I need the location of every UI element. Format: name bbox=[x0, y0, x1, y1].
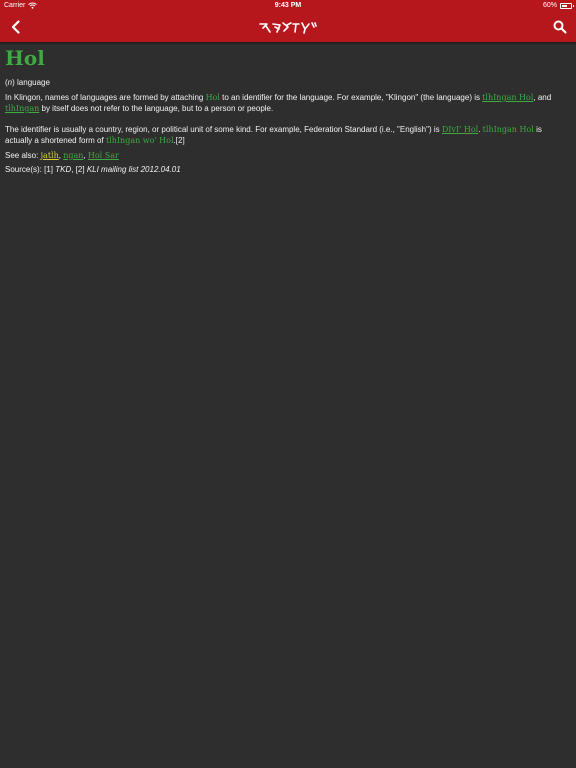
notes-paragraph-1: In Klingon, names of languages are forme… bbox=[5, 92, 571, 114]
see-also-link-ngan[interactable]: ngan bbox=[63, 151, 83, 160]
source-title: TKD bbox=[55, 165, 72, 174]
chevron-left-icon[interactable] bbox=[8, 19, 24, 35]
battery-icon bbox=[560, 2, 574, 9]
text-segment: to an identifier for the language. For e… bbox=[219, 93, 483, 102]
see-also-link-jatlh[interactable]: jatlh bbox=[41, 151, 59, 160]
see-also-label: See also: bbox=[5, 151, 41, 160]
text-segment: In Klingon, names of languages are forme… bbox=[5, 93, 206, 102]
see-also: See also: jatlh, ngan, Hol Sar bbox=[5, 151, 119, 160]
source-ref: , [2] bbox=[71, 165, 87, 174]
link-tlhingan[interactable]: tlhIngan bbox=[5, 104, 39, 113]
entry-definition-line: (n) language bbox=[5, 78, 50, 87]
part-of-speech: n bbox=[7, 78, 13, 87]
see-also-link-hol-sar[interactable]: Hol Sar bbox=[88, 151, 119, 160]
entry-title: Hol bbox=[5, 46, 45, 70]
sources-label: Source(s): bbox=[5, 165, 45, 174]
source-title: KLI mailing list 2012.04.01 bbox=[86, 165, 181, 174]
inline-klingon-term: tlhIngan wo' Hol bbox=[105, 136, 174, 145]
source-ref: [1] bbox=[44, 165, 56, 174]
battery-level bbox=[562, 4, 567, 7]
entry-content: Hol (n) language In Klingon, names of la… bbox=[5, 44, 571, 175]
entry-definition: language bbox=[17, 78, 50, 87]
inline-klingon-term: Hol bbox=[205, 93, 220, 102]
navigation-bar bbox=[0, 12, 576, 42]
battery-percent: 60% bbox=[542, 2, 557, 9]
link-tlhingan-hol[interactable]: tlhIngan Hol bbox=[482, 93, 533, 102]
status-time: 9:43 PM bbox=[274, 2, 302, 9]
search-icon[interactable] bbox=[552, 19, 568, 35]
notes-paragraph-2: The identifier is usually a country, reg… bbox=[5, 124, 571, 146]
battery-area: 60% bbox=[542, 2, 574, 9]
status-bar: Carrier 9:43 PM 60% bbox=[0, 0, 576, 12]
inline-klingon-term: tlhIngan Hol bbox=[482, 125, 534, 134]
sources: Source(s): [1] TKD, [2] KLI mailing list… bbox=[5, 164, 571, 175]
text-segment: by itself does not refer to the language… bbox=[39, 104, 274, 113]
text-segment: .[2] bbox=[173, 136, 185, 145]
text-segment: , and bbox=[533, 93, 552, 102]
klingon-script-logo bbox=[259, 22, 317, 34]
text-segment: The identifier is usually a country, reg… bbox=[5, 125, 442, 134]
link-divi-hol[interactable]: DIvI' Hol bbox=[442, 125, 478, 134]
